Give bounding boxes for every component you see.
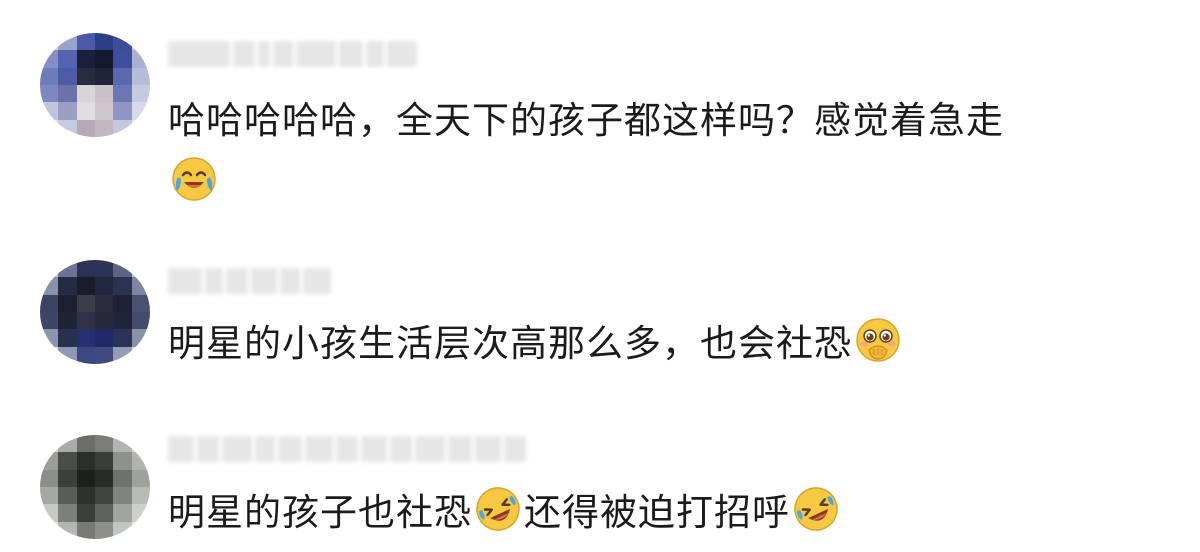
comment-item: 哈哈哈哈哈，全天下的孩子都这样吗？感觉着急走 — [0, 0, 1200, 230]
comment-text: 明星的小孩生活层次高那么多，也会社恐 — [168, 313, 1168, 375]
comment-item: 明星的孩子也社恐 还得被迫打招呼 — [0, 410, 1200, 552]
avatar[interactable] — [40, 33, 150, 137]
blurred-username[interactable] — [168, 40, 417, 68]
comment-text-part2: 还得被迫打招呼 — [524, 491, 790, 534]
comment-text-content: 明星的小孩生活层次高那么多，也会社恐 — [168, 322, 852, 365]
rolling-on-floor-laughing-icon — [792, 485, 840, 533]
blurred-username[interactable] — [168, 267, 331, 295]
comment-text: 明星的孩子也社恐 还得被迫打招呼 — [168, 482, 1168, 544]
comment-text: 哈哈哈哈哈，全天下的孩子都这样吗？感觉着急走 — [168, 90, 1168, 214]
rolling-on-floor-laughing-icon — [474, 485, 522, 533]
comment-text-content: 哈哈哈哈哈，全天下的孩子都这样吗？感觉着急走 — [168, 99, 1004, 142]
avatar[interactable] — [40, 435, 150, 539]
blurred-username[interactable] — [168, 435, 526, 463]
avatar[interactable] — [40, 260, 150, 364]
comment-item: 明星的小孩生活层次高那么多，也会社恐 — [0, 230, 1200, 410]
comment-text-part1: 明星的孩子也社恐 — [168, 491, 472, 534]
laugh-crying-icon — [170, 155, 218, 203]
shy-covering-mouth-icon — [854, 316, 902, 364]
